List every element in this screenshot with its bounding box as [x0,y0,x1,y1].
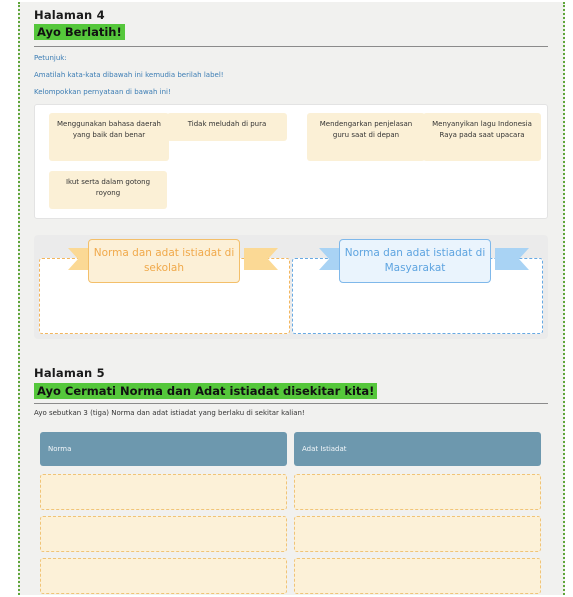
page-title-4: Halaman 4 [34,8,105,22]
card-bank: Menggunakan bahasa daerah yang baik dan … [34,104,548,219]
draggable-card[interactable]: Ikut serta dalam gotong royong [49,171,167,209]
draggable-card[interactable]: Menggunakan bahasa daerah yang baik dan … [49,113,169,161]
drop-target-label: Norma dan adat istiadat di sekolah [88,239,240,283]
ribbon-tail-right-icon [244,248,278,270]
ribbon-tail-right-icon [495,248,529,270]
table-header-norma: Norma [40,432,287,466]
petunjuk-label: Petunjuk: [34,54,67,62]
table-input-cell[interactable] [294,516,541,552]
instruction-text: Kelompokkan pernyataan di bawah ini! [34,88,171,96]
worksheet-frame: Halaman 4 Ayo Berlatih! Petunjuk: Amatil… [18,2,565,595]
instruction-text: Amatilah kata-kata dibawah ini kemudia b… [34,71,224,79]
section-heading-cermati: Ayo Cermati Norma dan Adat istiadat dise… [34,383,378,399]
divider [34,403,548,404]
ribbon-label-sekolah: Norma dan adat istiadat di sekolah [68,239,278,283]
drop-area: Norma dan adat istiadat di sekolah Norma… [34,235,548,339]
table-input-cell[interactable] [294,474,541,510]
table-input-cell[interactable] [40,474,287,510]
instruction-text: Ayo sebutkan 3 (tiga) Norma dan adat ist… [34,409,305,417]
section-heading-berlatih: Ayo Berlatih! [34,24,125,40]
page-title-5: Halaman 5 [34,366,105,380]
ribbon-label-masyarakat: Norma dan adat istiadat di Masyarakat [319,239,529,283]
drop-target-label: Norma dan adat istiadat di Masyarakat [339,239,491,283]
divider [34,46,548,47]
draggable-card[interactable]: Menyanyikan lagu Indonesia Raya pada saa… [423,113,541,161]
table-input-cell[interactable] [40,558,287,594]
draggable-card[interactable]: Tidak meludah di pura [167,113,287,141]
table-header-adat: Adat Istiadat [294,432,541,466]
table-input-cell[interactable] [294,558,541,594]
draggable-card[interactable]: Mendengarkan penjelasan guru saat di dep… [307,113,425,161]
table-input-cell[interactable] [40,516,287,552]
